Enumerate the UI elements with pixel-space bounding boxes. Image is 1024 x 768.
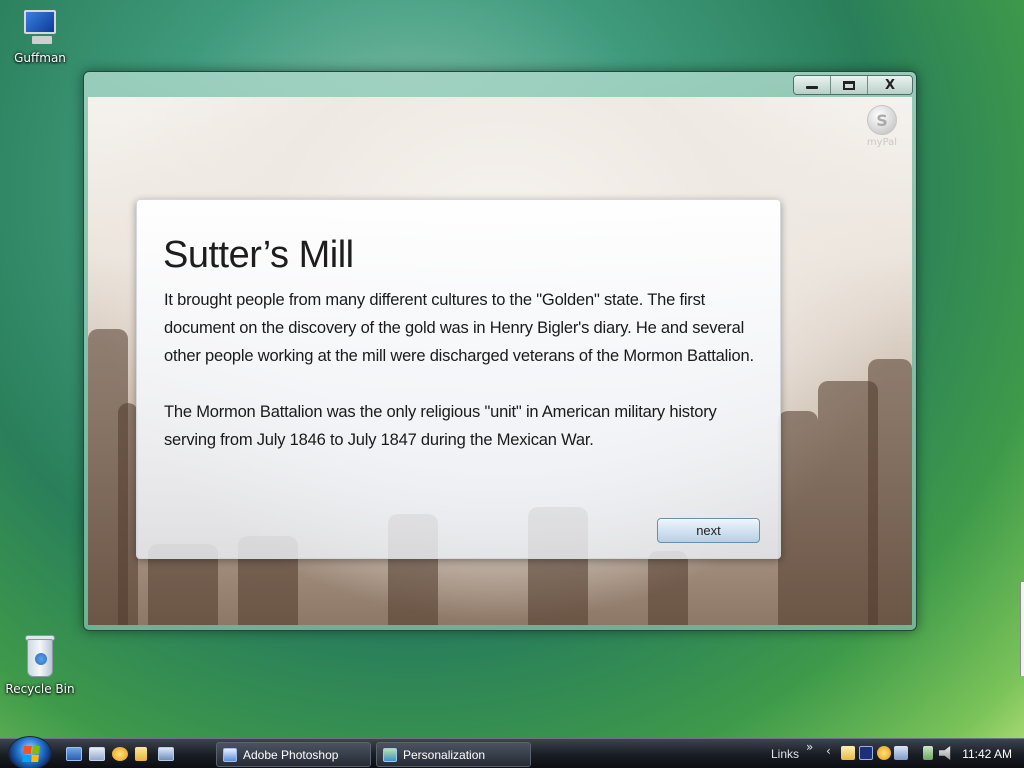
desktop-icon-label: Recycle Bin: [5, 682, 75, 696]
taskbar-button-label: Personalization: [403, 747, 486, 762]
panel-paragraph-2: The Mormon Battalion was the only religi…: [164, 403, 717, 449]
mypal-logo-icon: S: [867, 105, 897, 135]
mail-icon[interactable]: [841, 746, 855, 760]
show-desktop-icon[interactable]: [66, 747, 82, 761]
desktop-icon-guffman[interactable]: Guffman: [0, 6, 80, 65]
window-controls: X: [793, 75, 913, 95]
panel-title: Sutter’s Mill: [163, 234, 354, 276]
offscreen-window-edge[interactable]: [1020, 582, 1024, 676]
minimize-button[interactable]: [794, 76, 831, 94]
performance-icon[interactable]: [859, 746, 873, 760]
personalization-icon: [383, 747, 397, 762]
panel-body: It brought people from many different cu…: [164, 286, 754, 454]
close-icon: X: [884, 77, 896, 93]
mypal-brand: S myPal: [862, 105, 902, 148]
network-icon[interactable]: [158, 747, 174, 761]
panel-paragraph-1: It brought people from many different cu…: [164, 291, 754, 365]
mypal-label: myPal: [866, 137, 898, 148]
taskbar-button-label: Adobe Photoshop: [243, 747, 339, 762]
taskbar-button-personalization[interactable]: Personalization: [376, 742, 531, 767]
taskbar-button-photoshop[interactable]: Adobe Photoshop: [216, 742, 371, 767]
recycle-bin-icon: [23, 633, 57, 679]
next-button[interactable]: next: [657, 518, 760, 543]
taskbar: Adobe Photoshop Personalization Links » …: [0, 736, 1024, 768]
desktop-icon-label: Guffman: [14, 51, 66, 65]
folder-icon[interactable]: [135, 747, 147, 761]
maximize-button[interactable]: [831, 76, 868, 94]
photoshop-icon: [223, 747, 237, 762]
computer-icon: [18, 6, 62, 48]
links-chevron-icon[interactable]: »: [806, 740, 813, 754]
clock[interactable]: 11:42 AM: [962, 747, 1012, 761]
network-tray-icon[interactable]: [923, 746, 933, 760]
links-toolbar[interactable]: Links: [771, 747, 799, 761]
desktop-icon-recycle-bin[interactable]: Recycle Bin: [0, 633, 80, 696]
display-icon[interactable]: [894, 746, 908, 760]
app-content: S myPal Sutter’s Mill It brought people …: [88, 97, 912, 625]
app-window: X S myPal Sutter’s Mill It brought peopl…: [83, 71, 917, 631]
tray-expand-icon[interactable]: ‹: [826, 744, 831, 758]
minimize-icon: [806, 86, 818, 89]
close-button[interactable]: X: [868, 76, 912, 94]
volume-icon[interactable]: [939, 746, 951, 760]
switch-windows-icon[interactable]: [89, 747, 105, 761]
messenger-icon[interactable]: [112, 747, 128, 761]
maximize-icon: [843, 80, 855, 90]
content-panel: Sutter’s Mill It brought people from man…: [136, 199, 781, 559]
messenger-tray-icon[interactable]: [877, 746, 891, 760]
windows-start-orb-icon[interactable]: [8, 736, 52, 768]
